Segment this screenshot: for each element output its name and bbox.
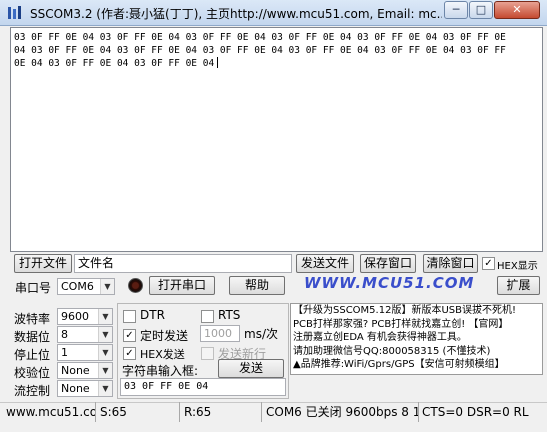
stopbits-select-value: 1: [61, 346, 68, 359]
receive-text: 03 0F FF 0E 04 03 0F FF 0E 04 03 0F FF 0…: [14, 32, 506, 69]
chevron-down-icon: ▼: [98, 345, 112, 360]
ad-line[interactable]: ▲品牌推荐:WiFi/Gprs/GPS【安信可射频模组】: [291, 358, 542, 372]
website-banner[interactable]: WWW.MCU51.COM: [304, 274, 474, 292]
databits-select[interactable]: 8 ▼: [57, 326, 113, 343]
send-file-button[interactable]: 发送文件: [296, 254, 354, 273]
hex-display-checkbox[interactable]: ✓: [482, 257, 495, 270]
ad-line[interactable]: 注册嘉立创EDA 有机会获得神器工具。: [291, 331, 542, 345]
status-website: www.mcu51.com: [4, 402, 96, 422]
app-icon: [8, 6, 21, 19]
expand-button[interactable]: 扩展: [497, 276, 540, 295]
port-select-value: COM6: [61, 280, 94, 293]
port-label: 串口号: [15, 281, 52, 295]
file-name-input[interactable]: 文件名: [74, 254, 292, 273]
baud-label: 波特率: [14, 312, 51, 326]
title-bar: SSCOM3.2 (作者:聂小猛(丁丁), 主页http://www.mcu51…: [0, 0, 547, 26]
chevron-down-icon: ▼: [100, 279, 114, 294]
flow-select[interactable]: None ▼: [57, 380, 113, 397]
port-status-indicator-icon: [128, 278, 143, 293]
open-file-button[interactable]: 打开文件: [14, 254, 72, 273]
stopbits-select[interactable]: 1 ▼: [57, 344, 113, 361]
interval-unit: ms/次: [244, 327, 278, 341]
chevron-down-icon: ▼: [98, 327, 112, 342]
save-window-button[interactable]: 保存窗口: [360, 254, 416, 273]
minimize-button[interactable]: ─: [444, 1, 468, 19]
hex-display-label: HEX显示: [497, 261, 538, 272]
rts-checkbox[interactable]: [201, 310, 214, 323]
status-received-count: R:65: [182, 402, 262, 422]
baud-select-value: 9600: [61, 310, 89, 323]
chevron-down-icon: ▼: [98, 363, 112, 378]
parity-select[interactable]: None ▼: [57, 362, 113, 379]
chevron-down-icon: ▼: [98, 381, 112, 396]
stopbits-label: 停止位: [14, 348, 51, 362]
maximize-button[interactable]: □: [469, 1, 493, 19]
status-port-state: COM6 已关闭 9600bps 8 1 None None: [264, 402, 419, 422]
databits-select-value: 8: [61, 328, 68, 341]
window-title: SSCOM3.2 (作者:聂小猛(丁丁), 主页http://www.mcu51…: [30, 7, 442, 21]
help-button[interactable]: 帮助: [229, 276, 285, 295]
clear-window-button[interactable]: 清除窗口: [423, 254, 478, 273]
send-button[interactable]: 发送: [218, 359, 284, 378]
chevron-down-icon: ▼: [98, 309, 112, 324]
hex-send-checkbox[interactable]: ✓: [123, 347, 136, 360]
flow-label: 流控制: [14, 384, 51, 398]
send-input[interactable]: 03 0F FF 0E 04: [120, 378, 286, 396]
parity-select-value: None: [61, 364, 90, 377]
parity-label: 校验位: [14, 366, 51, 380]
status-sent-count: S:65: [98, 402, 180, 422]
ad-line[interactable]: PCB打样那家强? PCB打样就找嘉立创! 【官网】: [291, 318, 542, 332]
databits-label: 数据位: [14, 330, 51, 344]
interval-input[interactable]: 1000: [200, 325, 240, 342]
hex-send-label: HEX发送: [140, 348, 185, 361]
receive-textarea[interactable]: 03 0F FF 0E 04 03 0F FF 0E 04 03 0F FF 0…: [10, 27, 543, 252]
send-newline-checkbox[interactable]: [201, 347, 214, 360]
timed-send-checkbox[interactable]: ✓: [123, 329, 136, 342]
port-select[interactable]: COM6 ▼: [57, 278, 115, 295]
status-signals: CTS=0 DSR=0 RL: [422, 405, 529, 419]
flow-select-value: None: [61, 382, 90, 395]
timed-send-label: 定时发送: [140, 329, 189, 343]
baud-select[interactable]: 9600 ▼: [57, 308, 113, 325]
ad-line[interactable]: 【升级为SSCOM5.12版】新版本USB误拔不死机!: [291, 304, 542, 318]
text-caret: [217, 57, 219, 68]
rts-label: RTS: [218, 308, 241, 322]
dtr-label: DTR: [140, 308, 165, 322]
close-button[interactable]: ✕: [494, 1, 540, 19]
input-label: 字符串输入框:: [122, 364, 199, 378]
dtr-checkbox[interactable]: [123, 310, 136, 323]
ad-line[interactable]: 请加助理微信号QQ:800058315 (不懂技术): [291, 345, 542, 359]
open-port-button[interactable]: 打开串口: [149, 276, 215, 295]
ad-panel[interactable]: 【升级为SSCOM5.12版】新版本USB误拔不死机! PCB打样那家强? PC…: [290, 303, 543, 375]
